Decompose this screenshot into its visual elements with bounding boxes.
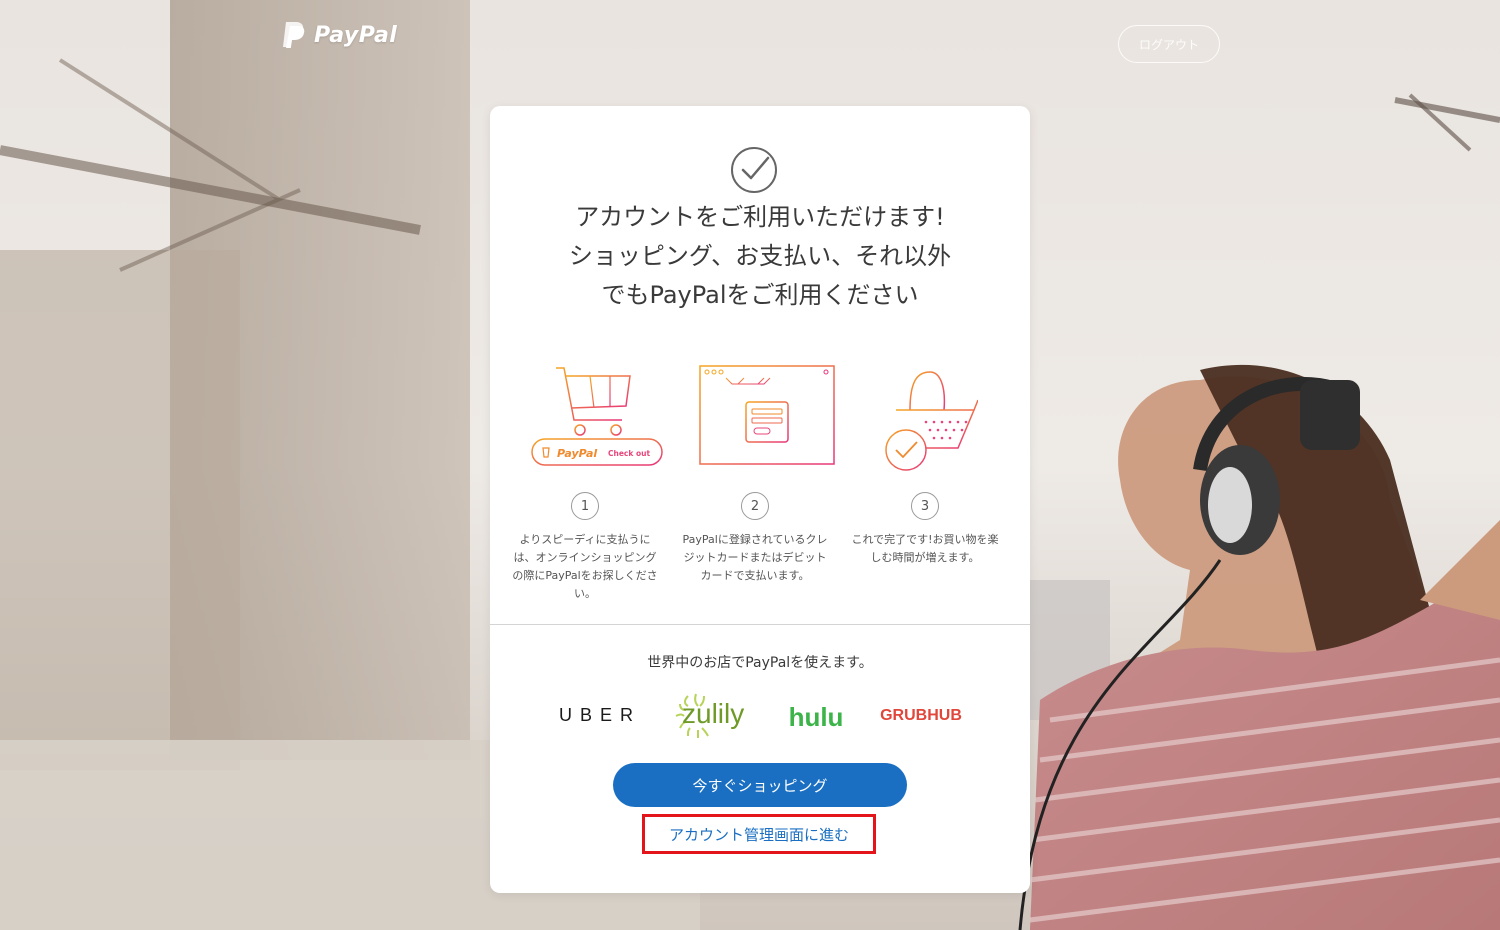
- paypal-p-icon: [283, 22, 305, 48]
- step-number-3: 3: [911, 492, 939, 520]
- headline-line-2: ショッピング、お支払い、それ以外: [568, 242, 952, 270]
- account-ready-card: アカウントをご利用いただけます! ショッピング、お支払い、それ以外 でもPayP…: [490, 106, 1030, 893]
- step-number-1: 1: [571, 492, 599, 520]
- step-description-3: これで完了です!お買い物を楽しむ時間が増えます。: [851, 533, 999, 564]
- shopping-cart-icon: PayPal Check out: [531, 367, 663, 466]
- account-management-link[interactable]: アカウント管理画面に進む: [642, 814, 876, 854]
- basket-check-icon: [885, 371, 978, 471]
- page-title: アカウントをご利用いただけます! ショッピング、お支払い、それ以外 でもPayP…: [510, 198, 1010, 315]
- shop-now-button[interactable]: 今すぐショッピング: [613, 763, 907, 807]
- logout-button[interactable]: ログアウト: [1118, 25, 1220, 63]
- headline-line-1: アカウントをご利用いただけます!: [575, 203, 945, 231]
- divider: [490, 624, 1030, 625]
- step-description-1: よりスピーディに支払うには、オンラインショッピングの際にPayPalをお探しくだ…: [512, 533, 658, 600]
- brand-name: PayPal: [314, 22, 398, 48]
- paypal-checkout-brand: PayPal: [557, 447, 597, 460]
- step-description-2: PayPalに登録されているクレジットカードまたはデビットカードで支払います。: [682, 533, 828, 582]
- check-circle-icon: [731, 147, 777, 193]
- zulily-wordmark: zulily: [682, 698, 745, 729]
- step-number-2: 2: [741, 492, 769, 520]
- grubhub-logo: GRUBHUB: [880, 707, 962, 724]
- headline-line-3: でもPayPalをご利用ください: [601, 281, 919, 309]
- hulu-logo: hulu: [788, 701, 844, 732]
- uber-logo: UBER: [558, 704, 641, 725]
- merchants-heading: 世界中のお店でPayPalを使えます。: [647, 655, 873, 671]
- zulily-logo: zulily: [670, 692, 754, 740]
- paypal-checkout-label: Check out: [608, 449, 650, 458]
- browser-form-icon: [699, 365, 835, 465]
- paypal-logo[interactable]: PayPal: [280, 20, 397, 50]
